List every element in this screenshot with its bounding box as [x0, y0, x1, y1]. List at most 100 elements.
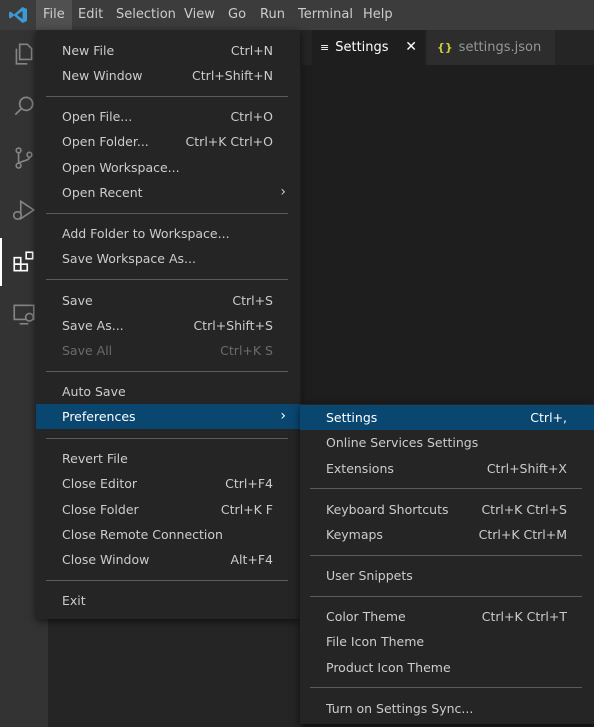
menu-item-close-folder[interactable]: Close Folder Ctrl+K F	[36, 497, 300, 522]
label: Open Workspace...	[62, 160, 180, 175]
editor-tabs: ≡ Settings ✕ {} settings.json	[302, 30, 594, 65]
label: Close Remote Connection	[62, 527, 223, 542]
lines-icon: ≡	[320, 41, 330, 54]
file-menu: New File Ctrl+N New Window Ctrl+Shift+N Op…	[36, 30, 300, 619]
shortcut: Ctrl+O	[230, 109, 273, 124]
label: Close Folder	[62, 502, 139, 517]
menu-item-user-snippets[interactable]: User Snippets	[300, 563, 594, 588]
menu-item-auto-save[interactable]: Auto Save	[36, 379, 300, 404]
shortcut: Ctrl+Shift+X	[486, 461, 567, 476]
menu-item-save-workspace-as[interactable]: Save Workspace As...	[36, 246, 300, 271]
label: New File	[62, 43, 115, 58]
menubar-file[interactable]: File	[36, 0, 72, 30]
menu-item-exit[interactable]: Exit	[36, 588, 300, 613]
label: New Window	[62, 68, 143, 83]
label: Save	[62, 293, 93, 308]
label: Save Workspace As...	[62, 251, 196, 266]
tab-settings-json[interactable]: {} settings.json	[427, 30, 555, 65]
menu-item-open-recent[interactable]: Open Recent ›	[36, 180, 300, 205]
label: Keyboard Shortcuts	[326, 502, 449, 517]
shortcut: Ctrl+Shift+N	[192, 68, 273, 83]
menubar-view[interactable]: View	[177, 0, 222, 30]
shortcut: Ctrl+F4	[225, 476, 273, 491]
shortcut: Ctrl+K F	[220, 502, 273, 517]
separator	[310, 687, 582, 688]
menu-item-keymaps[interactable]: Keymaps Ctrl+K Ctrl+M	[300, 522, 594, 547]
menu-item-close-window[interactable]: Close Window Alt+F4	[36, 547, 300, 572]
menu-item-settings[interactable]: Settings Ctrl+,	[300, 405, 594, 430]
menubar-run[interactable]: Run	[253, 0, 292, 30]
label: Save As...	[62, 318, 124, 333]
label: Open File...	[62, 109, 133, 124]
shortcut: Ctrl+K S	[220, 343, 273, 358]
close-icon[interactable]: ✕	[405, 39, 417, 55]
menubar-edit[interactable]: Edit	[71, 0, 110, 30]
shortcut: Ctrl+K Ctrl+O	[185, 134, 273, 149]
menu-item-save[interactable]: Save Ctrl+S	[36, 288, 300, 313]
shortcut: Ctrl+S	[232, 293, 273, 308]
shortcut: Ctrl+K Ctrl+T	[481, 609, 567, 624]
shortcut: Ctrl+K Ctrl+S	[481, 502, 567, 517]
menubar-terminal[interactable]: Terminal	[291, 0, 360, 30]
menu-item-product-icon-theme[interactable]: Product Icon Theme	[300, 655, 594, 680]
label: Revert File	[62, 451, 128, 466]
separator	[46, 96, 288, 97]
tab-settings[interactable]: ≡ Settings ✕	[312, 30, 425, 65]
tab-label: settings.json	[458, 40, 542, 55]
label: User Snippets	[326, 568, 413, 583]
label: Add Folder to Workspace...	[62, 226, 230, 241]
label: Open Folder...	[62, 134, 149, 149]
separator	[46, 213, 288, 214]
menu-item-new-file[interactable]: New File Ctrl+N	[36, 38, 300, 63]
menu-item-new-window[interactable]: New Window Ctrl+Shift+N	[36, 63, 300, 88]
menu-item-close-remote-connection[interactable]: Close Remote Connection	[36, 522, 300, 547]
label: Settings	[326, 410, 378, 425]
menu-item-file-icon-theme[interactable]: File Icon Theme	[300, 629, 594, 654]
label: Save All	[62, 343, 113, 358]
menubar-help[interactable]: Help	[356, 0, 400, 30]
menu-item-turn-on-settings-sync[interactable]: Turn on Settings Sync...	[300, 696, 594, 721]
shortcut: Ctrl+N	[230, 43, 273, 58]
menu-item-extensions[interactable]: Extensions Ctrl+Shift+X	[300, 456, 594, 481]
title-bar: File Edit Selection View Go Run Terminal…	[0, 0, 594, 30]
braces-icon: {}	[437, 41, 453, 54]
label: Preferences	[62, 409, 136, 424]
separator	[310, 596, 582, 597]
menubar-go[interactable]: Go	[221, 0, 253, 30]
vscode-logo-icon[interactable]	[8, 6, 28, 24]
menu-item-color-theme[interactable]: Color Theme Ctrl+K Ctrl+T	[300, 604, 594, 629]
separator	[46, 438, 288, 439]
label: Color Theme	[326, 609, 406, 624]
label: Open Recent	[62, 185, 143, 200]
menubar-selection[interactable]: Selection	[109, 0, 183, 30]
label: Extensions	[326, 461, 394, 476]
label: Turn on Settings Sync...	[326, 701, 474, 716]
chevron-right-icon: ›	[280, 408, 286, 424]
label: Product Icon Theme	[326, 660, 451, 675]
menu-item-online-services-settings[interactable]: Online Services Settings	[300, 430, 594, 455]
menu-item-open-file[interactable]: Open File... Ctrl+O	[36, 104, 300, 129]
separator	[46, 279, 288, 280]
menu-item-preferences[interactable]: Preferences ›	[36, 404, 300, 429]
separator	[310, 488, 582, 489]
tab-label: Settings	[335, 40, 389, 55]
label: Exit	[62, 593, 86, 608]
label: Auto Save	[62, 384, 126, 399]
label: Online Services Settings	[326, 435, 479, 450]
label: File Icon Theme	[326, 634, 425, 649]
menu-item-save-all: Save All Ctrl+K S	[36, 338, 300, 363]
preferences-submenu: Settings Ctrl+, Online Services Settings …	[300, 404, 594, 724]
label: Close Editor	[62, 476, 138, 491]
menu-item-save-as[interactable]: Save As... Ctrl+Shift+S	[36, 313, 300, 338]
menu-item-open-workspace[interactable]: Open Workspace...	[36, 155, 300, 180]
menu-item-keyboard-shortcuts[interactable]: Keyboard Shortcuts Ctrl+K Ctrl+S	[300, 497, 594, 522]
shortcut: Ctrl+K Ctrl+M	[478, 527, 567, 542]
shortcut: Alt+F4	[230, 552, 273, 567]
menu-item-close-editor[interactable]: Close Editor Ctrl+F4	[36, 471, 300, 496]
label: Close Window	[62, 552, 150, 567]
separator	[310, 555, 582, 556]
shortcut: Ctrl+Shift+S	[193, 318, 273, 333]
menu-item-open-folder[interactable]: Open Folder... Ctrl+K Ctrl+O	[36, 129, 300, 154]
menu-item-add-folder[interactable]: Add Folder to Workspace...	[36, 221, 300, 246]
menu-item-revert-file[interactable]: Revert File	[36, 446, 300, 471]
